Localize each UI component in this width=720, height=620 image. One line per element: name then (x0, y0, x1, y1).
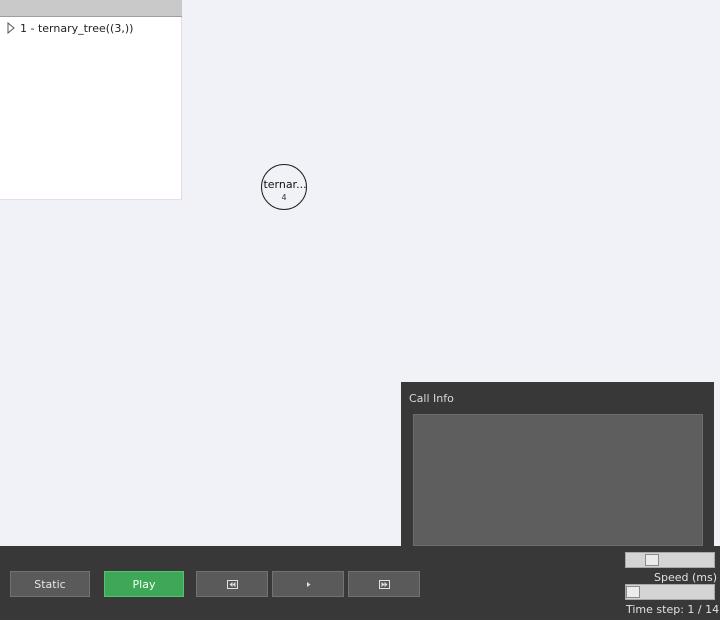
call-node[interactable]: ternar... 4 (261, 164, 307, 210)
time-step-slider[interactable] (625, 584, 715, 600)
time-step-label: Time step: 1 / 14 (626, 603, 720, 616)
tree-item[interactable]: 1 - ternary_tree((3,)) (6, 21, 133, 35)
tree-horizontal-scrollbar[interactable] (0, 0, 182, 17)
rewind-button[interactable] (196, 571, 268, 597)
speed-slider-thumb[interactable] (644, 554, 659, 566)
control-bar: Static Play Speed (ms) Time step: 1 / 14 (0, 546, 720, 620)
step-forward-button[interactable] (272, 571, 344, 597)
time-step-slider-thumb[interactable] (626, 586, 640, 598)
call-info-panel: Call Info (401, 382, 714, 546)
call-info-content (413, 414, 703, 546)
forward-button[interactable] (348, 571, 420, 597)
skip-forward-icon (378, 579, 390, 589)
skip-back-icon (226, 579, 238, 589)
call-tree-panel: 1 - ternary_tree((3,)) (0, 0, 182, 200)
static-button[interactable]: Static (10, 571, 90, 597)
call-node-count: 4 (281, 193, 287, 202)
speed-slider[interactable] (625, 552, 715, 568)
call-node-name: ternar... (263, 179, 307, 191)
expand-arrow-icon[interactable] (6, 22, 16, 34)
speed-label: Speed (ms) (654, 571, 718, 584)
call-info-title: Call Info (409, 392, 454, 405)
tree-item-label: 1 - ternary_tree((3,)) (20, 21, 134, 35)
play-button[interactable]: Play (104, 571, 184, 597)
play-small-icon (306, 581, 310, 587)
